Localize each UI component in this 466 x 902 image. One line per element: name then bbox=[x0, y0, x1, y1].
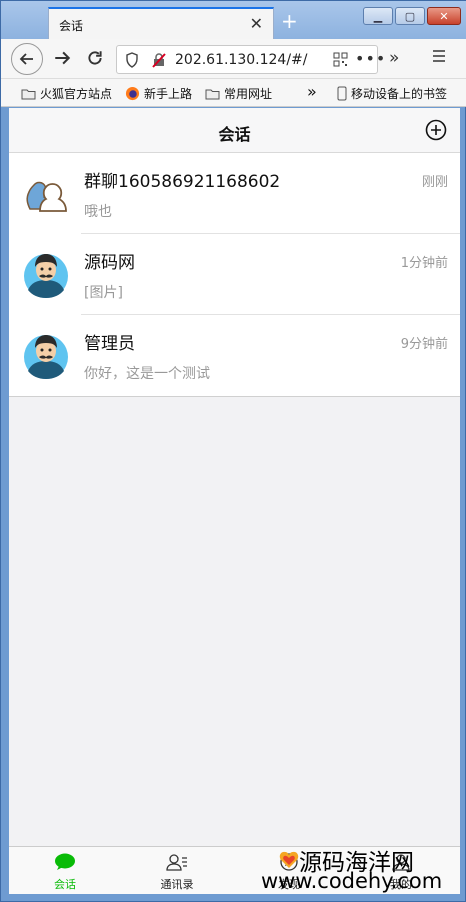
tab-chat[interactable]: 会话 bbox=[25, 853, 105, 892]
folder-icon bbox=[205, 89, 220, 99]
bookmark-label: 火狐官方站点 bbox=[40, 87, 113, 101]
conversation-preview: 哦也 bbox=[84, 204, 112, 220]
add-circle-icon[interactable] bbox=[425, 119, 447, 141]
app-page: 会话 群聊160586921168602 刚刚 哦也 源码网 1分钟前 [图片]… bbox=[9, 108, 460, 894]
browser-window: 会话 ✕ + ▁ ▢ ✕ 202.61.130.124/#/ ••• » 火狐官… bbox=[0, 0, 466, 902]
conversation-time: 1分钟前 bbox=[400, 256, 448, 271]
overflow-chevron-icon[interactable]: » bbox=[389, 48, 399, 68]
tab-close-icon[interactable]: ✕ bbox=[250, 14, 263, 33]
bookmark-item[interactable]: 移动设备上的书签 bbox=[337, 85, 447, 102]
window-controls: ▁ ▢ ✕ bbox=[363, 7, 461, 25]
conversation-list: 群聊160586921168602 刚刚 哦也 源码网 1分钟前 [图片] 管理… bbox=[9, 153, 460, 397]
bookmarks-toolbar: 火狐官方站点 新手上路 常用网址 » 移动设备上的书签 bbox=[1, 79, 466, 107]
heart-logo-icon bbox=[279, 851, 299, 868]
conversation-name: 管理员 bbox=[84, 334, 135, 354]
nav-bar: 202.61.130.124/#/ ••• » bbox=[1, 39, 466, 79]
group-avatar-icon bbox=[26, 181, 67, 212]
tab-strip: 会话 ✕ + ▁ ▢ ✕ bbox=[1, 1, 466, 39]
bookmark-item[interactable]: 火狐官方站点 bbox=[21, 85, 112, 102]
shield-icon[interactable] bbox=[125, 52, 139, 68]
conversation-row[interactable]: 源码网 1分钟前 [图片] bbox=[9, 234, 460, 315]
reload-button[interactable] bbox=[86, 49, 104, 67]
page-actions-icon[interactable]: ••• bbox=[355, 49, 386, 68]
firefox-icon bbox=[125, 86, 140, 101]
qr-code-icon[interactable] bbox=[333, 52, 348, 67]
conversation-preview: 你好，这是一个测试 bbox=[84, 366, 210, 382]
bookmarks-overflow-icon[interactable]: » bbox=[307, 82, 317, 101]
bookmark-label: 常用网址 bbox=[224, 87, 273, 101]
forward-button[interactable] bbox=[53, 49, 71, 67]
mobile-device-icon bbox=[337, 86, 347, 101]
new-tab-icon[interactable]: + bbox=[281, 9, 298, 33]
tab-label: 通讯录 bbox=[160, 878, 194, 891]
tab-title: 会话 bbox=[59, 19, 84, 33]
back-button[interactable] bbox=[11, 43, 43, 75]
app-header: 会话 bbox=[9, 108, 460, 153]
folder-icon bbox=[21, 89, 36, 99]
bookmark-item[interactable]: 常用网址 bbox=[205, 85, 272, 102]
man-avatar bbox=[24, 335, 68, 379]
insecure-lock-icon[interactable] bbox=[151, 52, 167, 68]
tab-contacts[interactable]: 通讯录 bbox=[137, 853, 217, 892]
bookmark-item[interactable]: 新手上路 bbox=[125, 85, 192, 102]
maximize-button[interactable]: ▢ bbox=[395, 7, 425, 25]
address-bar[interactable]: 202.61.130.124/#/ ••• bbox=[116, 45, 385, 74]
conversation-row[interactable]: 群聊160586921168602 刚刚 哦也 bbox=[9, 153, 460, 234]
tab-label: 会话 bbox=[54, 878, 76, 891]
arrow-left-icon bbox=[19, 53, 33, 65]
conversation-name: 群聊160586921168602 bbox=[84, 172, 281, 192]
man-avatar bbox=[24, 254, 68, 298]
conversation-time: 刚刚 bbox=[421, 175, 448, 190]
conversation-preview: [图片] bbox=[84, 285, 123, 301]
bookmark-label: 移动设备上的书签 bbox=[351, 87, 448, 101]
bookmark-label: 新手上路 bbox=[144, 87, 193, 101]
minimize-button[interactable]: ▁ bbox=[363, 7, 393, 25]
page-title: 会话 bbox=[218, 125, 251, 144]
hamburger-menu-icon[interactable] bbox=[431, 48, 447, 64]
conversation-time: 9分钟前 bbox=[400, 337, 448, 352]
close-window-button[interactable]: ✕ bbox=[427, 7, 461, 25]
watermark-line2: www.codehy.com bbox=[261, 869, 443, 893]
conversation-name: 源码网 bbox=[84, 253, 135, 273]
url-text[interactable]: 202.61.130.124/#/ bbox=[175, 52, 308, 68]
contacts-icon bbox=[166, 854, 187, 871]
chat-bubble-icon bbox=[55, 853, 75, 870]
conversation-row[interactable]: 管理员 9分钟前 你好，这是一个测试 bbox=[9, 315, 460, 396]
browser-tab[interactable]: 会话 ✕ bbox=[48, 7, 274, 39]
